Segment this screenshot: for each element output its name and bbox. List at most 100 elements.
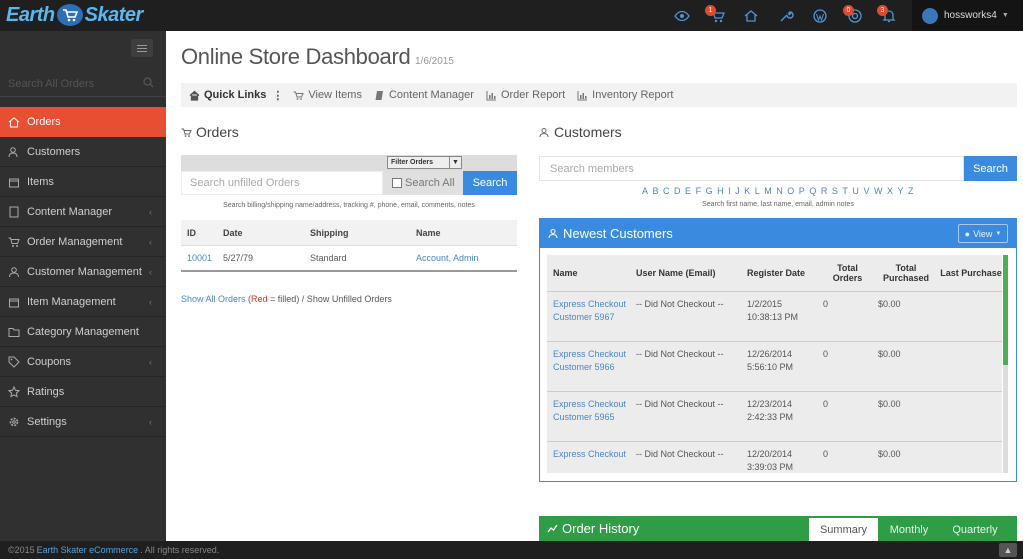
- view-dropdown-button[interactable]: ● View ▼: [958, 224, 1008, 243]
- tab-quarterly[interactable]: Quarterly: [940, 518, 1010, 541]
- table-row[interactable]: 10001 5/27/79 Standard Account, Admin: [181, 245, 517, 270]
- customers-search-input[interactable]: Search members: [539, 156, 964, 181]
- eye-icon[interactable]: [674, 8, 690, 24]
- scroll-to-top-button[interactable]: ▲: [999, 543, 1017, 557]
- customer-name-link[interactable]: Express Checkout Customer 5965: [547, 398, 630, 423]
- sidebar-toggle-button[interactable]: [131, 39, 153, 57]
- orders-search-hint: Search billing/shipping name/address, tr…: [223, 202, 475, 209]
- alpha-link[interactable]: D: [674, 186, 681, 196]
- user-menu[interactable]: hossworks4 ▼: [912, 0, 1023, 31]
- sidebar-item-label: Content Manager: [27, 205, 112, 218]
- sidebar-item-item-management[interactable]: Item Management ‹: [0, 287, 166, 317]
- column-header-total-purchased: Total Purchased: [882, 263, 930, 283]
- sidebar-item-items[interactable]: Items: [0, 167, 166, 197]
- sidebar-item-order-management[interactable]: Order Management ‹: [0, 227, 166, 257]
- alpha-link[interactable]: A: [642, 186, 649, 196]
- alpha-link[interactable]: N: [776, 186, 783, 196]
- alpha-link[interactable]: F: [696, 186, 702, 196]
- sidebar-search-input[interactable]: Search All Orders: [0, 71, 166, 97]
- alpha-link[interactable]: S: [832, 186, 839, 196]
- avatar: [922, 7, 938, 24]
- alpha-link[interactable]: P: [799, 186, 806, 196]
- alpha-link[interactable]: X: [887, 186, 894, 196]
- column-header-username: User Name (Email): [636, 268, 716, 278]
- tab-summary[interactable]: Summary: [809, 518, 878, 541]
- table-header: ID Date Shipping Name: [181, 220, 517, 245]
- alpha-link[interactable]: J: [735, 186, 740, 196]
- filter-orders-select[interactable]: Filter Orders ▼: [387, 156, 462, 169]
- customer-name-link[interactable]: Express Checkout Customer 5967: [547, 298, 630, 323]
- table-row[interactable]: Express Checkout Customer 5965 -- Did No…: [547, 392, 1002, 442]
- tab-monthly[interactable]: Monthly: [878, 518, 940, 541]
- alpha-link[interactable]: K: [744, 186, 751, 196]
- search-all-checkbox[interactable]: Search All: [383, 171, 463, 195]
- sidebar-item-coupons[interactable]: Coupons ‹: [0, 347, 166, 377]
- checkbox[interactable]: [392, 178, 402, 188]
- show-unfilled-orders-link[interactable]: = filled) / Show Unfilled Orders: [268, 294, 392, 304]
- sidebar-item-category-management[interactable]: Category Management: [0, 317, 166, 347]
- alpha-link[interactable]: Q: [809, 186, 817, 196]
- alpha-link[interactable]: M: [764, 186, 772, 196]
- sidebar-item-orders[interactable]: Orders: [0, 107, 166, 137]
- customer-name-link[interactable]: Express Checkout: [547, 448, 630, 461]
- sidebar-item-label: Item Management: [27, 295, 116, 308]
- newest-customers-table[interactable]: Name User Name (Email) Register Date Tot…: [547, 255, 1002, 473]
- table-row[interactable]: Express Checkout Customer 5966 -- Did No…: [547, 342, 1002, 392]
- quick-link-order-report[interactable]: Order Report: [486, 89, 565, 101]
- support-icon[interactable]: 0: [843, 5, 863, 24]
- search-icon[interactable]: [143, 77, 154, 88]
- chevron-left-icon: ‹: [149, 297, 152, 307]
- quick-link-inventory-report[interactable]: Inventory Report: [577, 89, 673, 101]
- sidebar-item-content-manager[interactable]: Content Manager ‹: [0, 197, 166, 227]
- show-all-orders-link[interactable]: Show All Orders: [181, 294, 246, 304]
- scrollbar-thumb[interactable]: [1003, 255, 1008, 365]
- customer-total-purchased: $0.00: [878, 299, 901, 309]
- chevron-left-icon: ‹: [149, 207, 152, 217]
- column-header-register-date: Register Date: [747, 268, 806, 278]
- alpha-link[interactable]: V: [863, 186, 870, 196]
- alpha-link[interactable]: O: [787, 186, 795, 196]
- alpha-link[interactable]: H: [717, 186, 724, 196]
- alpha-link[interactable]: C: [663, 186, 670, 196]
- legend-red: Red: [251, 294, 268, 304]
- alpha-link[interactable]: B: [652, 186, 659, 196]
- alpha-link[interactable]: R: [821, 186, 828, 196]
- sidebar-item-settings[interactable]: Settings ‹: [0, 407, 166, 437]
- alpha-link[interactable]: G: [706, 186, 714, 196]
- logo-cart-icon: [56, 4, 83, 26]
- alpha-link[interactable]: T: [842, 186, 848, 196]
- footer-brand-link[interactable]: Earth Skater eCommerce: [37, 545, 139, 555]
- wordpress-icon[interactable]: [812, 8, 828, 24]
- orders-search-button[interactable]: Search: [463, 171, 517, 195]
- alpha-link[interactable]: E: [685, 186, 692, 196]
- orders-search-input[interactable]: Search unfilled Orders: [181, 171, 383, 195]
- customer-total-purchased: $0.00: [878, 349, 901, 359]
- orders-filter-bar: [181, 155, 517, 171]
- sidebar-item-customers[interactable]: Customers: [0, 137, 166, 167]
- table-row[interactable]: Express Checkout Customer 5967 -- Did No…: [547, 292, 1002, 342]
- order-name-link[interactable]: Account, Admin: [416, 253, 479, 263]
- alpha-link[interactable]: L: [755, 186, 761, 196]
- bell-icon[interactable]: 3: [877, 5, 897, 24]
- customers-search-button[interactable]: Search: [964, 156, 1017, 181]
- table-row[interactable]: Express Checkout -- Did Not Checkout -- …: [547, 442, 1002, 473]
- customer-name-link[interactable]: Express Checkout Customer 5966: [547, 348, 630, 373]
- sidebar-item-customer-management[interactable]: Customer Management ‹: [0, 257, 166, 287]
- quick-link-view-items[interactable]: View Items: [293, 89, 362, 101]
- box-icon: [9, 178, 19, 187]
- customer-total-purchased: $0.00: [878, 449, 901, 459]
- alpha-link[interactable]: Z: [908, 186, 914, 196]
- logo[interactable]: Earth Skater: [6, 1, 143, 29]
- quick-link-content-manager[interactable]: Content Manager: [374, 89, 474, 101]
- alpha-link[interactable]: W: [874, 186, 883, 196]
- home-icon[interactable]: [743, 8, 759, 24]
- alpha-link[interactable]: I: [728, 186, 731, 196]
- column-header-last-purchase: Last Purchase: [940, 268, 1002, 278]
- users-icon: [8, 146, 18, 157]
- alpha-link[interactable]: Y: [898, 186, 905, 196]
- order-id-link[interactable]: 10001: [187, 253, 212, 263]
- sidebar-item-ratings[interactable]: Ratings: [0, 377, 166, 407]
- wrench-icon[interactable]: [778, 8, 794, 24]
- alpha-link[interactable]: U: [852, 186, 859, 196]
- cart-icon[interactable]: 1: [705, 5, 725, 24]
